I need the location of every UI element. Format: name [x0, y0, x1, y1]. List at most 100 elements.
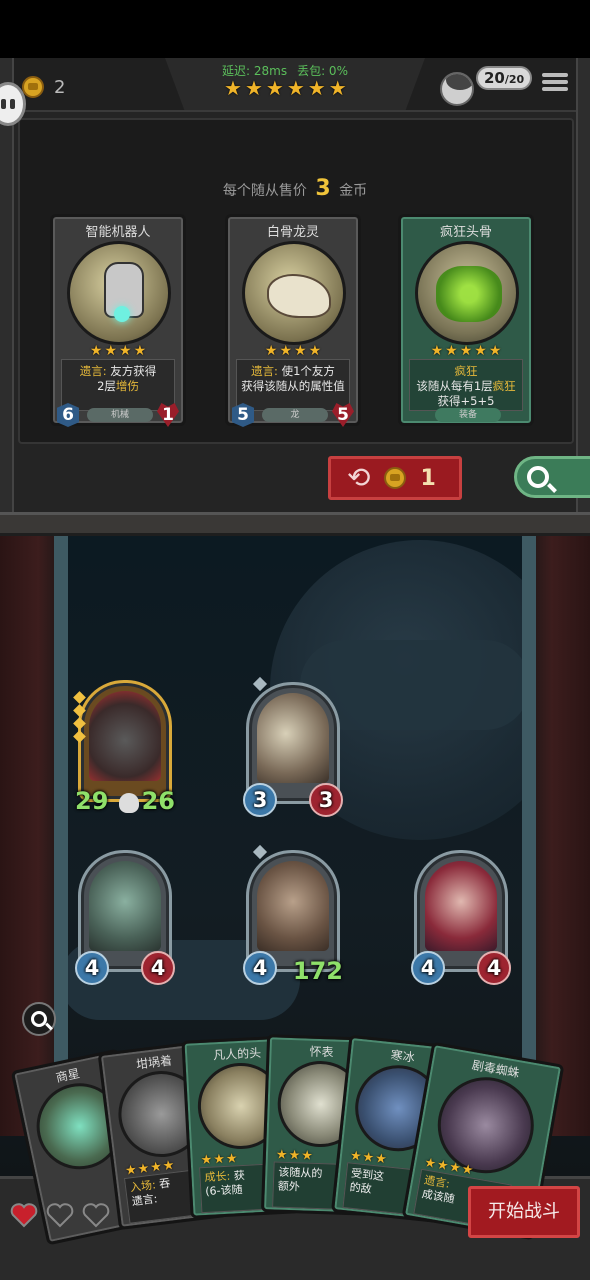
- card-tribe-tag: 机械: [87, 408, 153, 422]
- coin-icon: [384, 467, 407, 489]
- shop-bottom-rail: [0, 512, 590, 536]
- gold-amount: 2: [54, 76, 66, 98]
- right-pillar: [522, 536, 536, 1136]
- card-stars: ★ ★ ★ ★ ★: [401, 341, 531, 361]
- star-icon: ★: [308, 343, 322, 359]
- desc-text: 受到这 的敌: [349, 1166, 385, 1196]
- minion-art-clown: [425, 861, 497, 951]
- shop-frame-left: [0, 58, 14, 520]
- skull-icon: [119, 793, 139, 813]
- desc-text: 使1个友方: [277, 364, 335, 378]
- star-icon: ★: [488, 343, 502, 359]
- search-icon: [527, 466, 549, 488]
- desc-keyword: 成长:: [204, 1169, 231, 1184]
- card-tribe-tag: 龙: [262, 408, 328, 422]
- card-attack: 6: [57, 403, 79, 427]
- tavern-level-stars: ★ ★ ★ ★ ★ ★: [224, 78, 347, 98]
- desc-line2: 2层: [97, 379, 116, 393]
- start-battle-button[interactable]: 开始战斗: [468, 1186, 580, 1238]
- card-attack: 5: [232, 403, 254, 427]
- card-art-robot: [67, 241, 171, 345]
- menu-icon[interactable]: [542, 70, 568, 96]
- inspect-button[interactable]: [22, 1002, 56, 1036]
- desc-line2: 获得该随从的属性值: [241, 379, 345, 393]
- star-icon: ★: [445, 343, 458, 359]
- minion-attack: 4: [75, 951, 109, 985]
- heart-icon: [10, 1202, 38, 1228]
- sell-price-info: 每个随从售价 3 金币: [0, 176, 590, 201]
- card-name: 白骨龙灵: [266, 225, 319, 240]
- shop-card[interactable]: 白骨龙灵 ★ ★ ★ ★ 遗言: 使1个友方 获得该随从的属性值 龙 5 5: [225, 214, 361, 427]
- refresh-shop-button[interactable]: ⟲ 1: [328, 456, 462, 500]
- card-description: 遗言: 友方获得 2层增伤: [61, 359, 175, 411]
- refresh-icon: ⟲: [347, 461, 371, 494]
- star-icon: ★: [459, 343, 473, 359]
- desc-line2: 该随从每有1层: [416, 379, 493, 393]
- star-icon: ★: [328, 76, 347, 100]
- card-name: 疯狂头骨: [439, 225, 492, 240]
- heart-icon: [46, 1202, 74, 1228]
- opponent-avatar[interactable]: [440, 72, 474, 106]
- minion-attack: 29: [75, 787, 109, 815]
- minion-attack: 4: [243, 951, 277, 985]
- shop-card[interactable]: 智能机器人 ★ ★ ★ ★ 遗言: 友方获得 2层增伤 机械 6 1: [50, 214, 186, 427]
- desc-text: 该随从的 额外: [277, 1165, 323, 1194]
- shop-frame-right: [576, 58, 590, 520]
- minion-health: 3: [309, 783, 343, 817]
- star-icon: ★: [307, 76, 326, 100]
- price-prefix: 每个随从售价: [222, 183, 307, 199]
- search-icon: [31, 1011, 47, 1027]
- price-value: 3: [315, 176, 331, 201]
- star-icon: ★: [294, 343, 307, 359]
- left-pillar: [54, 536, 68, 1136]
- star-icon: ★: [119, 343, 132, 359]
- gold-counter: 2: [22, 76, 65, 98]
- search-button[interactable]: [514, 456, 590, 498]
- heart-icon: [82, 1202, 110, 1228]
- star-icon: ★: [265, 76, 284, 100]
- card-stars: ★ ★ ★ ★: [228, 341, 358, 361]
- capacity-value: 20: [484, 69, 505, 87]
- star-icon: ★: [104, 343, 117, 359]
- desc-text: 友方获得: [106, 364, 157, 378]
- card-health: 1: [157, 403, 179, 427]
- capacity-max: /20: [504, 73, 525, 86]
- lives-indicator: [10, 1202, 110, 1228]
- desc-keyword: 遗言:: [79, 364, 107, 378]
- card-description: 疯狂 该随从每有1层疯狂 获得+5+5: [409, 359, 523, 411]
- star-icon: ★: [244, 76, 263, 100]
- game-screen: { "header": { "gold": "2", "latency_labe…: [0, 0, 590, 1280]
- card-name: 智能机器人: [85, 225, 151, 240]
- card-art-crazy-skull: [415, 241, 519, 345]
- price-suffix: 金币: [339, 183, 368, 199]
- gold-marker-icons: [73, 691, 86, 743]
- minion-health: 26: [141, 787, 175, 815]
- board-minion[interactable]: 3 3: [243, 676, 343, 817]
- board-minion[interactable]: 29 26: [73, 680, 175, 815]
- star-icon: ★: [430, 343, 444, 359]
- star-icon: ★: [224, 76, 242, 100]
- minion-health: 4: [141, 951, 175, 985]
- minion-health: 4: [477, 951, 511, 985]
- star-icon: ★: [89, 343, 103, 359]
- desc-keyword2: 增伤: [115, 379, 139, 393]
- card-health: 5: [332, 403, 354, 427]
- desc-keyword: 疯狂: [454, 364, 478, 378]
- desc-keyword: 遗言:: [251, 364, 278, 378]
- minion-art-brute: [257, 861, 329, 951]
- desc-line3: 获得+5+5: [437, 394, 495, 408]
- desc-keyword2: 疯狂: [492, 379, 516, 393]
- star-icon: ★: [286, 76, 305, 100]
- minion-attack: 3: [243, 783, 277, 817]
- coin-icon: [22, 76, 44, 98]
- board-minion[interactable]: 4 4: [75, 850, 175, 985]
- board-minion[interactable]: 4 172: [243, 844, 343, 985]
- star-icon: ★: [279, 343, 292, 359]
- shop-card-equipment[interactable]: 疯狂头骨 ★ ★ ★ ★ ★ 疯狂 该随从每有1层疯狂 获得+5+5 装备: [398, 214, 534, 426]
- board-minion[interactable]: 4 4: [411, 850, 511, 985]
- minion-attack: 4: [411, 951, 445, 985]
- card-art-bone-dragon: [242, 241, 346, 345]
- card-type-tag: 装备: [435, 408, 501, 422]
- minion-art-armored-beast: [257, 693, 329, 783]
- minion-art-horned-demon: [89, 861, 161, 951]
